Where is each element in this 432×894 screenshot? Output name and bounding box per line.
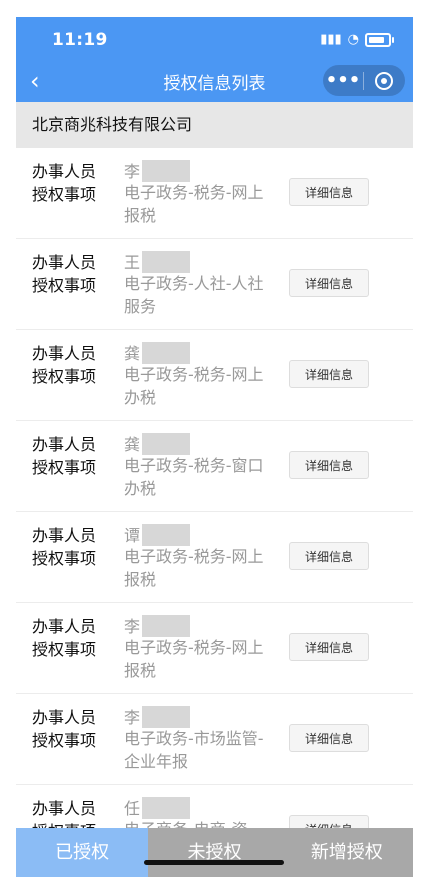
redacted-block — [142, 615, 191, 637]
person-name: 任 — [124, 795, 191, 819]
matter-value: 电子政务-人社-人社服务 — [124, 274, 264, 316]
matter-value: 电子政务-市场监管-企业年报 — [124, 729, 264, 771]
matter-label: 授权事项 — [32, 458, 97, 477]
person-label: 办事人员 — [32, 435, 97, 454]
person-label: 办事人员 — [32, 344, 97, 363]
redacted-block — [142, 342, 191, 364]
person-label: 办事人员 — [32, 526, 97, 545]
detail-button[interactable]: 详细信息 — [289, 178, 369, 206]
list-item: 办事人员授权事项 任电子商务-电商-资 详细信息 — [16, 785, 413, 828]
signal-icon: ▮▮▮ — [320, 32, 342, 47]
person-label: 办事人员 — [32, 162, 97, 181]
redacted-block — [142, 797, 191, 819]
matter-label: 授权事项 — [32, 185, 97, 204]
list-item: 办事人员授权事项 李电子政务-市场监管-企业年报 详细信息 — [16, 694, 413, 785]
list-item: 办事人员授权事项 王电子政务-人社-人社服务 详细信息 — [16, 239, 413, 330]
matter-value: 电子政务-税务-网上报税 — [124, 638, 264, 680]
matter-value: 电子政务-税务-网上报税 — [124, 547, 264, 589]
matter-label: 授权事项 — [32, 367, 97, 386]
home-indicator — [144, 860, 284, 865]
matter-value: 电子商务-电商-资 — [124, 818, 274, 828]
matter-value: 电子政务-税务-窗口办税 — [124, 456, 264, 498]
person-name: 龚 — [124, 431, 191, 455]
authorization-list: 办事人员 授权事项李电子政务-税务-网上报税 详细信息 办事人员 授权事项王电子政务-人… — [16, 148, 413, 828]
detail-button[interactable]: 详细信息 — [289, 451, 369, 479]
detail-button[interactable]: 详细信息 — [289, 724, 369, 752]
person-name: 龚 — [124, 340, 191, 364]
list-item: 办事人员授权事项 龚电子政务-税务-窗口办税 详细信息 — [16, 421, 413, 512]
person-name: 李 — [124, 613, 191, 637]
list-item: 办事人员授权事项 谭电子政务-税务-网上报税 详细信息 — [16, 512, 413, 603]
detail-button[interactable]: 详细信息 — [289, 360, 369, 388]
person-label: 办事人员 — [32, 253, 97, 272]
redacted-block — [142, 251, 191, 273]
matter-label: 授权事项 — [32, 640, 97, 659]
battery-icon — [365, 32, 394, 47]
redacted-block — [142, 160, 191, 182]
redacted-block — [142, 433, 191, 455]
person-label: 办事人员 — [32, 617, 97, 636]
battery-level — [369, 36, 385, 43]
nav-header: 11:19 ▮▮▮ ◔ ‹ 授权信息列表 ••• — [16, 17, 413, 102]
detail-button[interactable]: 详细信息 — [289, 633, 369, 661]
person-label: 办事人员 — [32, 708, 97, 727]
detail-button[interactable]: 详细信息 — [289, 269, 369, 297]
mini-program-capsule: ••• — [323, 65, 405, 96]
list-item: 办事人员授权事项 李电子政务-税务-网上报税 详细信息 — [16, 148, 413, 239]
tab-0[interactable]: 已授权 — [16, 828, 149, 877]
matter-value: 电子政务-税务-网上报税 — [124, 183, 264, 225]
tab-1[interactable]: 未授权 — [148, 828, 281, 877]
redacted-block — [142, 524, 191, 546]
status-icons: ▮▮▮ ◔ — [320, 32, 394, 47]
company-name: 北京商兆科技有限公司 — [16, 102, 413, 148]
bottom-tab-bar: 已授权 未授权 新增授权 — [16, 828, 413, 877]
person-name: 李 — [124, 158, 191, 182]
person-label: 办事人员 — [32, 799, 97, 818]
tab-2[interactable]: 新增授权 — [280, 828, 413, 877]
matter-label: 授权事项 — [32, 818, 96, 828]
list-item: 办事人员授权事项 龚电子政务-税务-网上办税 详细信息 — [16, 330, 413, 421]
detail-button[interactable]: 详细信息 — [289, 542, 369, 570]
person-name: 李 — [124, 704, 191, 728]
target-icon[interactable] — [364, 71, 404, 90]
matter-value: 电子政务-税务-网上办税 — [124, 365, 264, 407]
matter-label: 授权事项 — [32, 276, 97, 295]
list-item: 办事人员授权事项 李电子政务-税务-网上报税 详细信息 — [16, 603, 413, 694]
wifi-icon: ◔ — [347, 32, 359, 47]
phone-screen: 11:19 ▮▮▮ ◔ ‹ 授权信息列表 ••• 北京商兆科技有限公司 办事人员… — [16, 17, 413, 877]
person-name: 王 — [124, 249, 191, 273]
more-dots-icon[interactable]: ••• — [323, 65, 363, 96]
person-name: 谭 — [124, 522, 191, 546]
detail-button[interactable]: 详细信息 — [289, 815, 369, 828]
status-time: 11:19 — [52, 30, 108, 50]
matter-label: 授权事项 — [32, 731, 97, 750]
redacted-block — [142, 706, 191, 728]
matter-label: 授权事项 — [32, 549, 97, 568]
